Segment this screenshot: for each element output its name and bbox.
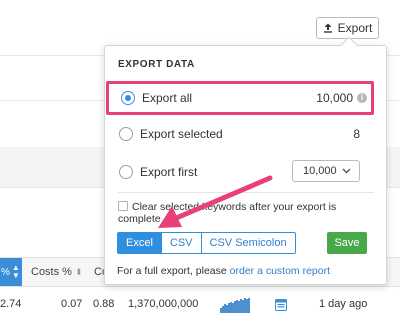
- option-export-all[interactable]: Export all 10,000 i: [106, 81, 374, 115]
- annotation-arrow-icon: [158, 175, 273, 228]
- sorted-column-label: %: [1, 266, 10, 278]
- cell-co: 0.88: [93, 298, 115, 310]
- radio-export-all[interactable]: [121, 91, 135, 105]
- format-toggle-group: Excel CSV CSV Semicolon: [117, 232, 296, 254]
- panel-caret: [340, 36, 358, 54]
- cell-updated: 1 day ago: [319, 298, 368, 310]
- sort-arrows-icon: ⬍: [74, 267, 83, 277]
- option-label: Export selected: [140, 127, 223, 141]
- option-label: Export all: [142, 91, 193, 105]
- footer-prefix: For a full export, please: [117, 265, 230, 277]
- option-export-selected[interactable]: Export selected 8: [107, 119, 372, 149]
- cell-volume: 1,370,000,000: [128, 298, 199, 310]
- option-count: 10,000: [316, 91, 353, 105]
- upload-icon: [323, 23, 332, 33]
- chevron-down-icon: [342, 168, 351, 174]
- select-value: 10,000: [303, 165, 337, 177]
- sorted-column-header[interactable]: % ▲ ▼: [0, 258, 22, 286]
- trend-sparkline-icon: [220, 298, 250, 313]
- format-csv-semicolon-button[interactable]: CSV Semicolon: [200, 232, 296, 254]
- export-panel: EXPORT DATA Export all 10,000 i Export s…: [104, 36, 387, 285]
- export-button[interactable]: Export: [316, 17, 379, 39]
- sort-arrows-icon: ▲ ▼: [11, 263, 20, 280]
- panel-title: EXPORT DATA: [118, 59, 195, 70]
- option-count: 8: [353, 127, 360, 141]
- footer-text: For a full export, please order a custom…: [117, 265, 330, 277]
- column-header-label: Costs %: [31, 266, 72, 278]
- format-csv-button[interactable]: CSV: [160, 232, 202, 254]
- radio-export-first[interactable]: [119, 165, 133, 179]
- cell-costs: 0.07: [61, 298, 83, 310]
- serp-features-icon[interactable]: [275, 299, 287, 311]
- column-header-costs[interactable]: Costs % ⬍: [31, 266, 83, 278]
- radio-export-selected[interactable]: [119, 127, 133, 141]
- custom-report-link[interactable]: order a custom report: [230, 265, 330, 277]
- save-button[interactable]: Save: [327, 232, 367, 254]
- info-icon[interactable]: i: [357, 93, 367, 103]
- cell-first: 2.74: [0, 298, 22, 310]
- format-excel-button[interactable]: Excel: [117, 232, 162, 254]
- export-first-select[interactable]: 10,000: [292, 160, 360, 182]
- table-row: 2.74 0.07 0.88 1,370,000,000 1 day ago: [0, 288, 400, 320]
- export-button-label: Export: [337, 21, 373, 35]
